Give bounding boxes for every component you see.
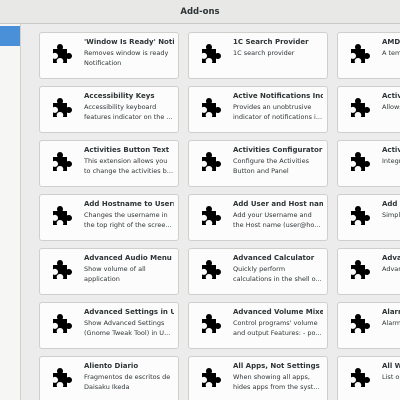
puzzle-piece-icon <box>348 366 372 390</box>
extension-description: When showing all apps, hides apps from t… <box>233 373 320 391</box>
puzzle-piece-icon <box>50 150 74 174</box>
puzzle-piece-icon <box>199 96 223 120</box>
extension-name: Alarm C <box>382 308 400 316</box>
puzzle-piece-icon <box>50 96 74 120</box>
puzzle-piece-icon <box>348 312 372 336</box>
extension-card[interactable]: 'Window Is Ready' Notif... Removes window… <box>39 32 179 79</box>
extension-description: Quickly perform calculations in the shel… <box>233 265 322 283</box>
puzzle-piece-icon <box>50 42 74 66</box>
sidebar-selected-item[interactable] <box>0 26 20 46</box>
puzzle-piece-icon <box>50 258 74 282</box>
extension-name: Advanced Settings in Us... <box>84 308 174 316</box>
extension-name: All Apps, Not Settings <box>233 362 320 370</box>
puzzle-piece-icon <box>50 204 74 228</box>
extension-name: All Win <box>382 362 400 370</box>
window-title: Add-ons <box>180 6 220 17</box>
extension-description: Control programs' volume and output Feat… <box>233 319 322 337</box>
extension-card[interactable]: Advanced Settings in Us... Show Advanced … <box>39 302 179 349</box>
extension-name: Active Notifications Ind... <box>233 92 323 100</box>
extension-description: Show volume of all application <box>84 265 146 283</box>
extension-name: 'Window Is Ready' Notif... <box>84 38 174 46</box>
extension-name: Advanced Calculator <box>233 254 315 262</box>
extension-card[interactable]: Advanced Audio Menu Show volume of all ap… <box>39 248 179 295</box>
puzzle-piece-icon <box>199 366 223 390</box>
extensions-grid: 'Window Is Ready' Notif... Removes window… <box>39 32 400 400</box>
extensions-content: 'Window Is Ready' Notif... Removes window… <box>21 24 400 400</box>
extension-description: Accessibility keyboard features indicato… <box>84 103 173 121</box>
extension-description: Integra based a <box>382 157 400 165</box>
extension-description: A temp GPU's, <box>382 49 400 57</box>
extension-description: List op workspa <box>382 373 400 381</box>
extension-card[interactable]: Activit Allows <box>337 86 400 133</box>
extension-card[interactable]: Advanced Calculator Quickly perform calcu… <box>188 248 328 295</box>
extension-name: Accessibility Keys <box>84 92 155 100</box>
extension-description: Add your Username and the Host name (use… <box>233 211 321 229</box>
extension-description: Changes the username in the top right of… <box>84 211 172 229</box>
extension-card[interactable]: Alarm C Alarm c org.gn <box>337 302 400 349</box>
puzzle-piece-icon <box>199 150 223 174</box>
puzzle-piece-icon <box>50 366 74 390</box>
extension-name: Activit <box>382 92 400 100</box>
extension-description: Allows <box>382 103 400 111</box>
extension-card[interactable]: Accessibility Keys Accessibility keyboard… <box>39 86 179 133</box>
extension-card[interactable]: Advanced Volume Mixer Control programs' v… <box>188 302 328 349</box>
extension-description: 1C search provider <box>233 49 295 57</box>
extension-name: 1C Search Provider <box>233 38 309 46</box>
puzzle-piece-icon <box>348 150 372 174</box>
extension-name: Activities Button Text <box>84 146 170 154</box>
extension-description: Provides an unobtrusive indicator of not… <box>233 103 323 121</box>
extension-card[interactable]: Activities Button Text This extension all… <box>39 140 179 187</box>
extension-description: Configure the Activities Button and Pane… <box>233 157 309 175</box>
puzzle-piece-icon <box>348 96 372 120</box>
extension-name: AMD-T <box>382 38 400 46</box>
puzzle-piece-icon <box>348 258 372 282</box>
extension-description: Show Advanced Settings (Gnome Tweak Tool… <box>84 319 171 337</box>
sidebar <box>0 24 21 400</box>
extension-description: Advanc (Gnom <box>382 265 400 273</box>
extension-name: Activit <box>382 146 400 154</box>
puzzle-piece-icon <box>199 312 223 336</box>
extension-card[interactable]: Add User and Host nam... Add your Usernam… <box>188 194 328 241</box>
window-titlebar: Add-ons <box>0 0 400 24</box>
extension-card[interactable]: Advan Advanc (Gnom <box>337 248 400 295</box>
extension-name: Aliento Diario <box>84 362 139 370</box>
extension-name: Advanced Audio Menu <box>84 254 172 262</box>
extension-card[interactable]: Add Us Simply to topb <box>337 194 400 241</box>
extension-card[interactable]: All Apps, Not Settings When showing all a… <box>188 356 328 400</box>
puzzle-piece-icon <box>199 258 223 282</box>
puzzle-piece-icon <box>50 312 74 336</box>
extension-card[interactable]: Activit Integra based a <box>337 140 400 187</box>
extension-card[interactable]: Activities Configurator Configure the Act… <box>188 140 328 187</box>
extension-name: Advan <box>382 254 400 262</box>
extension-description: This extension allows you to change the … <box>84 157 174 175</box>
extension-card[interactable]: Aliento Diario Fragmentos de escritos de … <box>39 356 179 400</box>
extension-card[interactable]: All Win List op workspa <box>337 356 400 400</box>
extension-description: Fragmentos de escritos de Daisaku Ikeda … <box>84 373 171 391</box>
extension-name: Advanced Volume Mixer <box>233 308 323 316</box>
extension-description: Alarm c org.gn <box>382 319 400 327</box>
extension-name: Add User and Host nam... <box>233 200 323 208</box>
extension-description: Simply to topb <box>382 211 400 219</box>
extension-card[interactable]: Add Hostname to Userna... Changes the use… <box>39 194 179 241</box>
puzzle-piece-icon <box>199 42 223 66</box>
extension-name: Add Hostname to Userna... <box>84 200 174 208</box>
extension-description: Removes window is ready Notification <box>84 49 169 67</box>
puzzle-piece-icon <box>348 204 372 228</box>
puzzle-piece-icon <box>348 42 372 66</box>
extension-name: Add Us <box>382 200 400 208</box>
extension-card[interactable]: AMD-T A temp GPU's, <box>337 32 400 79</box>
extension-card[interactable]: 1C Search Provider 1C search provider <box>188 32 328 79</box>
extension-name: Activities Configurator <box>233 146 323 154</box>
extension-card[interactable]: Active Notifications Ind... Provides an u… <box>188 86 328 133</box>
puzzle-piece-icon <box>199 204 223 228</box>
